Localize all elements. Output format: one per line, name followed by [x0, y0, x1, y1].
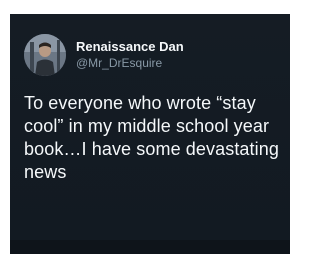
tweet-card: Renaissance Dan @Mr_DrEsquire To everyon…	[10, 14, 290, 254]
tweet-header: Renaissance Dan @Mr_DrEsquire	[24, 34, 184, 76]
author-names: Renaissance Dan @Mr_DrEsquire	[76, 39, 184, 71]
card-footer-strip	[10, 240, 290, 254]
avatar[interactable]	[24, 34, 66, 76]
author-display-name[interactable]: Renaissance Dan	[76, 39, 184, 55]
tweet-text: To everyone who wrote “stay cool” in my …	[24, 93, 279, 182]
author-handle[interactable]: @Mr_DrEsquire	[76, 55, 184, 71]
user-avatar-icon	[24, 34, 66, 76]
